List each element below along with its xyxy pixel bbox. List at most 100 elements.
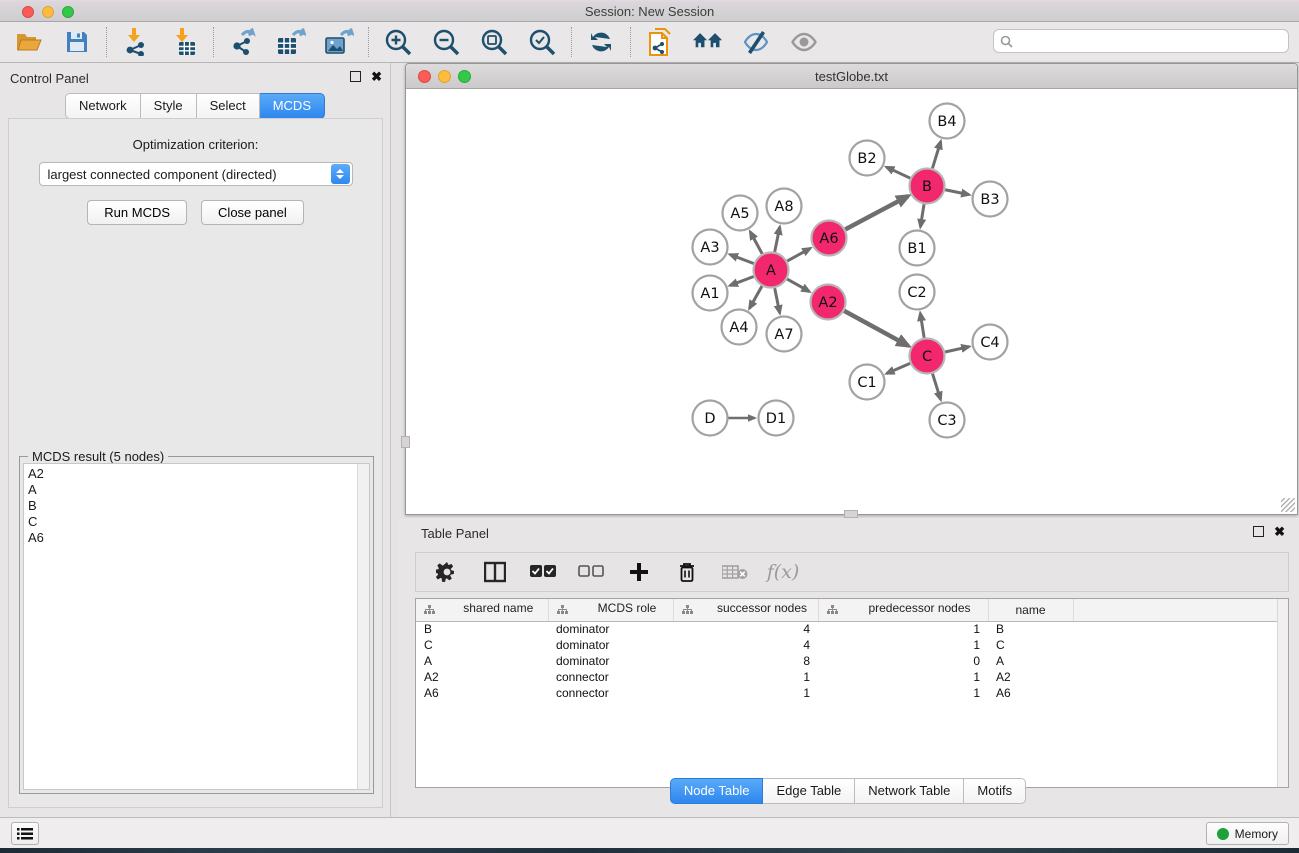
deselect-all-checkboxes-icon[interactable] xyxy=(578,559,604,585)
zoom-out-icon[interactable] xyxy=(431,27,461,57)
window-resize-grip[interactable] xyxy=(1281,498,1295,512)
graph-node-A5[interactable]: A5 xyxy=(723,196,758,231)
graph-edge-A-A4[interactable] xyxy=(750,286,762,308)
network-horizontal-scroll-thumb[interactable] xyxy=(844,510,858,518)
graph-edge-B-B4[interactable] xyxy=(932,142,940,169)
graph-node-C3[interactable]: C3 xyxy=(930,403,965,438)
network-canvas[interactable]: B4B2BB3A5A8A6A3B1AA1C2A2A4A7C4CC1DD1C3 xyxy=(407,90,1296,514)
graph-edge-B-B1[interactable] xyxy=(920,204,924,227)
search-input[interactable] xyxy=(1017,34,1282,48)
show-panels-list-icon[interactable] xyxy=(11,822,39,845)
graph-node-A[interactable]: A xyxy=(754,253,789,288)
graph-node-A2[interactable]: A2 xyxy=(811,285,846,320)
column-header-shared-name[interactable]: shared name xyxy=(416,599,548,621)
graph-edge-A-A6[interactable] xyxy=(787,248,810,261)
import-network-icon[interactable] xyxy=(121,27,151,57)
delete-table-icon[interactable] xyxy=(722,559,748,585)
graph-edge-A-A3[interactable] xyxy=(730,255,754,264)
close-panel-button[interactable]: Close panel xyxy=(201,200,304,225)
graph-edge-C-C3[interactable] xyxy=(933,374,941,400)
graph-edge-B-B3[interactable] xyxy=(945,190,969,195)
graph-node-A1[interactable]: A1 xyxy=(693,276,728,311)
export-image-icon[interactable] xyxy=(324,27,354,57)
table-row[interactable]: A6connector11A6 xyxy=(416,685,1288,701)
float-table-panel-icon[interactable] xyxy=(1253,526,1264,537)
zoom-in-icon[interactable] xyxy=(383,27,413,57)
table-settings-gear-icon[interactable] xyxy=(434,559,460,585)
graph-node-D[interactable]: D xyxy=(693,401,728,436)
refresh-layout-icon[interactable] xyxy=(586,27,616,57)
tab-network-table[interactable]: Network Table xyxy=(855,778,964,804)
table-row[interactable]: A2connector11A2 xyxy=(416,669,1288,685)
memory-button[interactable]: Memory xyxy=(1206,822,1289,845)
toolbar-search-field[interactable] xyxy=(993,29,1289,53)
graph-node-C4[interactable]: C4 xyxy=(973,325,1008,360)
column-header-name[interactable]: name xyxy=(988,599,1073,621)
zoom-fit-icon[interactable] xyxy=(479,27,509,57)
network-window-titlebar[interactable]: testGlobe.txt xyxy=(406,64,1297,89)
table-row[interactable]: Adominator80A xyxy=(416,653,1288,669)
select-all-checkboxes-icon[interactable] xyxy=(530,559,556,585)
graph-node-C[interactable]: C xyxy=(910,339,945,374)
result-item[interactable]: A2 xyxy=(28,466,369,482)
open-file-icon[interactable] xyxy=(14,27,44,57)
export-table-icon[interactable] xyxy=(276,27,306,57)
delete-column-trash-icon[interactable] xyxy=(674,559,700,585)
column-header-predecessor-nodes[interactable]: predecessor nodes xyxy=(818,599,988,621)
export-network-icon[interactable] xyxy=(228,27,258,57)
graph-edge-C-C1[interactable] xyxy=(887,363,910,373)
tab-select[interactable]: Select xyxy=(197,93,260,119)
graph-node-B3[interactable]: B3 xyxy=(973,182,1008,217)
tab-motifs[interactable]: Motifs xyxy=(964,778,1026,804)
column-layout-icon[interactable] xyxy=(482,559,508,585)
graph-node-C2[interactable]: C2 xyxy=(900,275,935,310)
graph-node-A8[interactable]: A8 xyxy=(767,189,802,224)
column-header-MCDS-role[interactable]: MCDS role xyxy=(548,599,673,621)
graph-edge-A2-C[interactable] xyxy=(844,311,908,346)
hide-graphics-details-icon[interactable] xyxy=(741,27,771,57)
result-scrollbar[interactable] xyxy=(357,464,369,789)
graph-node-B4[interactable]: B4 xyxy=(930,104,965,139)
graph-node-D1[interactable]: D1 xyxy=(759,401,794,436)
result-item[interactable]: B xyxy=(28,498,369,514)
graph-edge-A-A7[interactable] xyxy=(775,288,780,313)
graph-edge-A-A2[interactable] xyxy=(787,279,809,291)
graph-node-B[interactable]: B xyxy=(910,169,945,204)
network-from-clipboard-icon[interactable] xyxy=(645,27,675,57)
table-scrollbar[interactable] xyxy=(1277,599,1288,787)
graph-edge-A-A1[interactable] xyxy=(730,277,754,286)
float-panel-icon[interactable] xyxy=(350,71,361,82)
graph-node-C1[interactable]: C1 xyxy=(850,365,885,400)
graph-edge-A6-B[interactable] xyxy=(845,196,908,229)
run-mcds-button[interactable]: Run MCDS xyxy=(87,200,187,225)
table-row[interactable]: Cdominator41C xyxy=(416,637,1288,653)
result-item[interactable]: C xyxy=(28,514,369,530)
import-table-icon[interactable] xyxy=(169,27,199,57)
graph-edge-C-C2[interactable] xyxy=(920,313,924,337)
tab-network[interactable]: Network xyxy=(65,93,141,119)
result-item[interactable]: A xyxy=(28,482,369,498)
network-vertical-scroll-thumb[interactable] xyxy=(401,436,410,448)
optimization-criterion-dropdown[interactable]: largest connected component (directed) xyxy=(39,162,353,186)
mcds-result-list[interactable]: A2ABCA6 xyxy=(23,463,370,790)
node-table[interactable]: shared nameMCDS rolesuccessor nodesprede… xyxy=(415,598,1289,788)
table-row[interactable]: Bdominator41B xyxy=(416,621,1288,637)
tab-style[interactable]: Style xyxy=(141,93,197,119)
add-column-icon[interactable] xyxy=(626,559,652,585)
graph-edge-A-A5[interactable] xyxy=(750,232,762,254)
graph-node-B1[interactable]: B1 xyxy=(900,231,935,266)
close-table-panel-icon[interactable]: ✖ xyxy=(1274,526,1285,537)
zoom-selected-icon[interactable] xyxy=(527,27,557,57)
tab-node-table[interactable]: Node Table xyxy=(670,778,764,804)
column-header-successor-nodes[interactable]: successor nodes xyxy=(673,599,818,621)
graph-node-A4[interactable]: A4 xyxy=(722,310,757,345)
result-item[interactable]: A6 xyxy=(28,530,369,546)
graph-node-A3[interactable]: A3 xyxy=(693,230,728,265)
tab-mcds[interactable]: MCDS xyxy=(260,93,325,119)
function-builder-fx-icon[interactable]: f(x) xyxy=(770,559,796,585)
graph-node-A6[interactable]: A6 xyxy=(812,221,847,256)
show-eye-icon[interactable] xyxy=(789,27,819,57)
graph-edge-B-B2[interactable] xyxy=(886,167,910,178)
close-panel-icon[interactable]: ✖ xyxy=(371,71,382,82)
home-browser-icon[interactable] xyxy=(693,27,723,57)
